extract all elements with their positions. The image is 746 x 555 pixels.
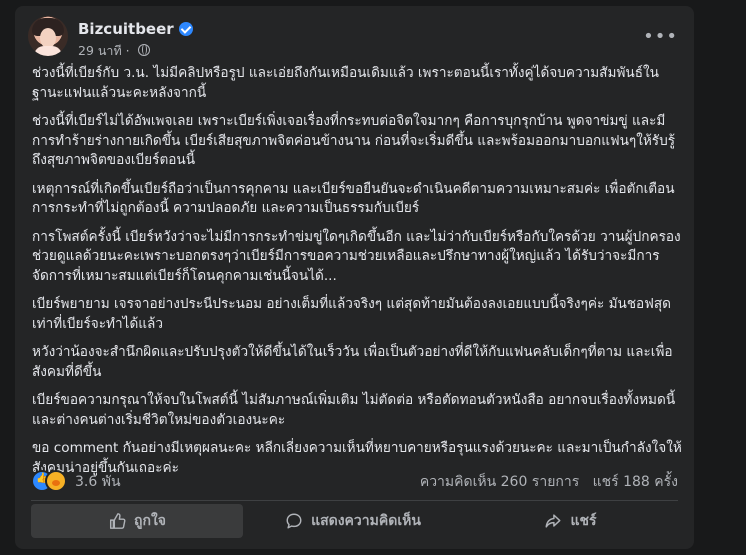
comment-count[interactable]: ความคิดเห็น 260 รายการ [420,474,579,490]
verified-badge-icon [178,22,193,36]
share-count[interactable]: แชร์ 188 ครั้ง [593,474,678,490]
post-meta: 29 นาที · [78,41,150,61]
more-options-icon[interactable]: ••• [643,26,678,47]
share-button[interactable]: แชร์ [463,504,678,538]
post-paragraph: เหตุการณ์ที่เกิดขึ้นเบียร์ถือว่าเป็นการค… [32,180,675,217]
author-avatar[interactable] [28,16,68,56]
post-text: ช่วงนี้ที่เบียร์กับ ว.น. ไม่มีคลิปหรือรู… [32,64,682,487]
post-paragraph: การโพสต์ครั้งนี้ เบียร์หวังว่าจะไม่มีการ… [32,228,681,284]
post-time[interactable]: 29 นาที [78,43,122,58]
care-reaction-icon [45,470,67,492]
post-paragraph: หวังว่าน้องจะสำนึกผิดและปรับปรุงตัวให้ดี… [32,344,673,380]
author-name-link[interactable]: Bizcuitbeer [78,20,193,38]
share-arrow-icon [545,514,561,528]
globe-icon [137,44,150,56]
post-paragraph: ช่วงนี้ที่เบียร์ไม่ได้อัพเพจเลย เพราะเบี… [32,113,676,168]
action-bar: ถูกใจ แสดงความคิดเห็น แชร์ [31,504,678,540]
post-paragraph: เบียร์ขอความกรุณาให้จบในโพสต์นี้ ไม่สัมภ… [32,392,676,428]
divider [31,500,678,501]
comment-button[interactable]: แสดงความคิดเห็น [247,504,459,538]
comment-bubble-icon [286,513,302,529]
author-name[interactable]: Bizcuitbeer [78,20,174,38]
engagement-stats: ความคิดเห็น 260 รายการ แชร์ 188 ครั้ง [420,471,678,493]
post-paragraph: ช่วงนี้ที่เบียร์กับ ว.น. ไม่มีคลิปหรือรู… [32,65,659,101]
post-card: Bizcuitbeer 29 นาที · ••• ช่วงนี้ที่เบีย… [15,6,694,549]
reaction-bar: 3.6 พัน ความคิดเห็น 260 รายการ แชร์ 188 … [31,468,678,493]
comment-label: แสดงความคิดเห็น [311,513,421,529]
like-button[interactable]: ถูกใจ [31,504,243,538]
post-header: Bizcuitbeer 29 นาที · ••• [28,16,682,60]
reaction-count[interactable]: 3.6 พัน [75,471,121,493]
post-paragraph: เบียร์พยายาม เจรจาอย่างประนีประนอม อย่าง… [32,296,671,332]
like-label: ถูกใจ [134,513,166,529]
share-label: แชร์ [570,513,597,529]
thumbs-up-icon [109,513,126,529]
